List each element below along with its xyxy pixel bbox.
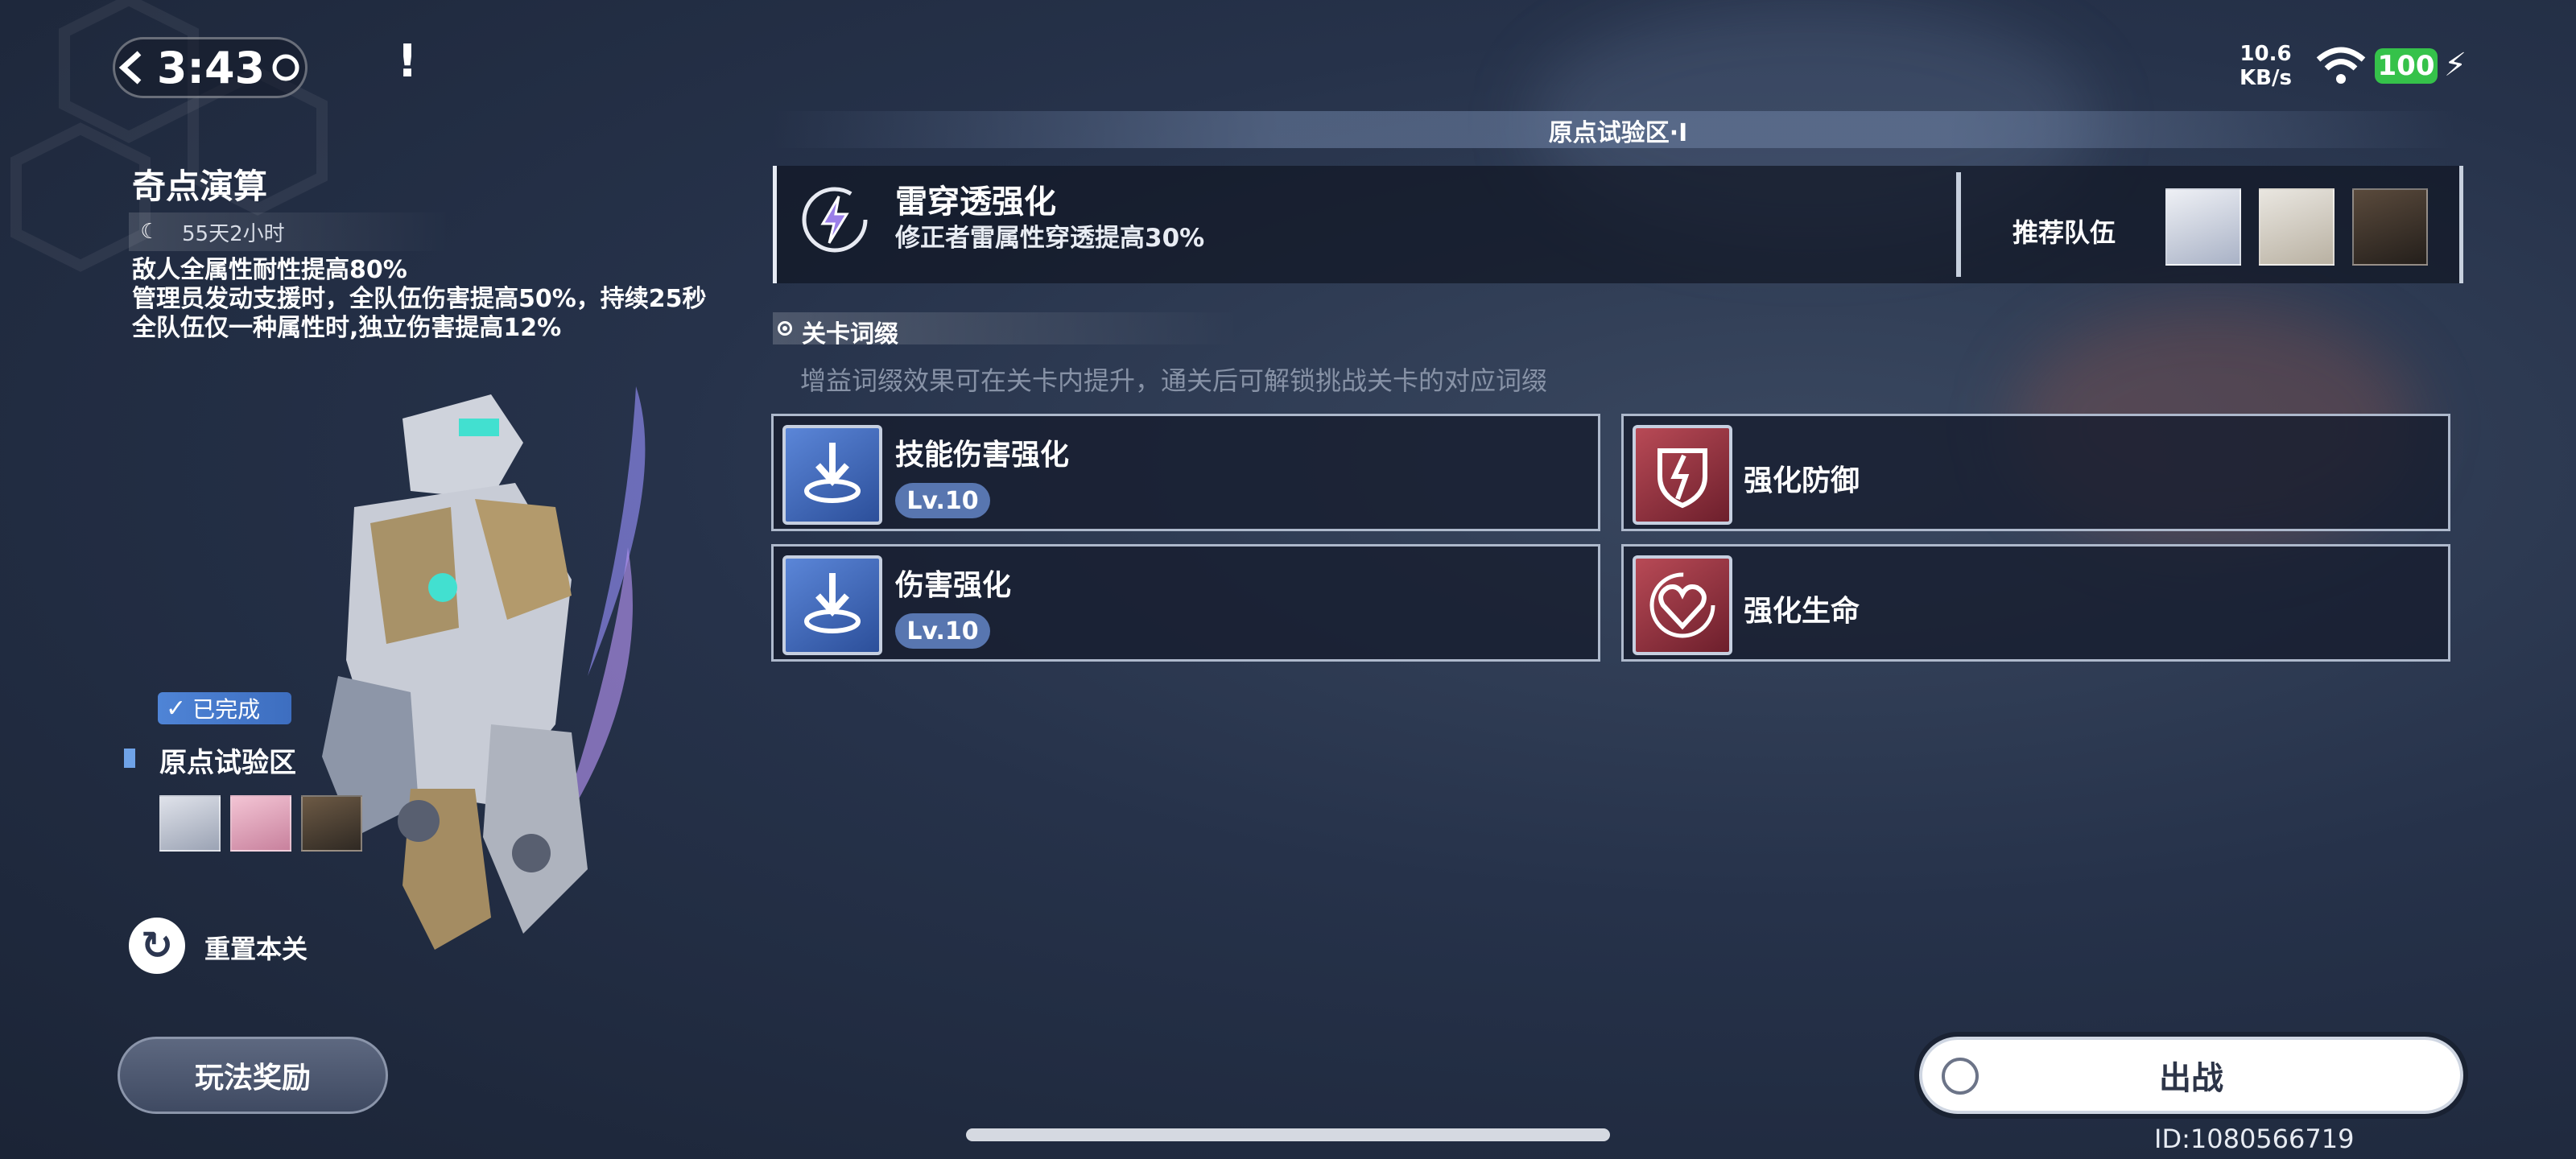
zone-indicator <box>124 749 135 768</box>
stage-title: 原点试验区·Ⅰ <box>1548 119 1688 147</box>
wifi-icon <box>2316 47 2366 84</box>
alert-icon[interactable]: ! <box>385 35 430 92</box>
back-time-button[interactable]: 3:43 <box>113 37 308 98</box>
buff-level: Lv.10 <box>895 483 990 518</box>
affix-label: 关卡词缀 <box>802 320 898 349</box>
buff-name: 技能伤害强化 <box>895 439 1070 472</box>
recommended-portrait[interactable] <box>2165 188 2241 266</box>
stage-effect-description: 修正者雷属性穿透提高30% <box>895 224 1205 253</box>
charging-icon: ⚡ <box>2444 47 2467 84</box>
net-speed-unit: KB/s <box>2240 66 2292 90</box>
home-indicator[interactable] <box>966 1128 1610 1141</box>
shield-break-icon <box>1633 425 1732 525</box>
event-timer: ☾ 55天2小时 <box>129 212 451 251</box>
network-speed: 10.6 KB/s <box>2240 42 2292 90</box>
gameplay-rewards-button[interactable]: 玩法奖励 <box>118 1037 388 1114</box>
boss-mech-illustration <box>322 386 646 950</box>
event-title: 奇点演算 <box>132 167 268 206</box>
battery-indicator: 100 <box>2375 48 2438 84</box>
description-line: 敌人全属性耐性提高80% <box>132 256 407 284</box>
event-description: 敌人全属性耐性提高80% 管理员发动支援时，全队伍伤害提高50%，持续25秒 全… <box>132 256 712 343</box>
completed-label: 已完成 <box>192 696 261 723</box>
timer-text: 55天2小时 <box>182 221 285 246</box>
thunder-penetration-icon <box>802 187 868 253</box>
divider <box>1956 172 1961 277</box>
clock-time: 3:43 <box>156 42 266 93</box>
checkmark-icon: ✓ <box>166 694 187 723</box>
zone-name[interactable]: 原点试验区 <box>159 740 296 780</box>
team-portrait <box>159 795 221 852</box>
buff-name: 强化防御 <box>1744 464 1860 497</box>
description-line: 全队伍仅一种属性时,独立伤害提高12% <box>132 314 562 342</box>
team-portrait <box>230 795 291 852</box>
player-id: ID:1080566719 <box>2154 1124 2355 1154</box>
buff-name: 强化生命 <box>1744 595 1860 628</box>
bullet-icon <box>778 321 792 336</box>
team-portrait <box>301 795 362 852</box>
recommended-portrait[interactable] <box>2352 188 2428 266</box>
back-arrow-icon <box>118 51 142 85</box>
net-speed-value: 10.6 <box>2240 42 2292 66</box>
moon-clock-icon: ☾ <box>140 220 159 244</box>
sortie-button[interactable]: 出战 <box>1919 1037 2463 1114</box>
description-line: 管理员发动支援时，全队伍伤害提高50%，持续25秒 <box>132 285 707 313</box>
buff-level: Lv.10 <box>895 613 990 649</box>
download-arrow-icon <box>782 425 882 525</box>
buff-name: 伤害强化 <box>895 569 1012 602</box>
ring-icon <box>1942 1058 1979 1095</box>
heart-icon <box>1633 555 1732 655</box>
reset-stage-button[interactable]: 重置本关 <box>204 929 308 966</box>
recommended-portrait[interactable] <box>2259 188 2334 266</box>
stage-effect-title: 雷穿透强化 <box>895 184 1056 221</box>
download-arrow-icon <box>782 555 882 655</box>
reset-icon[interactable]: ↻ <box>129 918 185 974</box>
completed-badge: ✓ 已完成 <box>158 692 291 724</box>
affix-note: 增益词缀效果可在关卡内提升，通关后可解锁挑战关卡的对应词缀 <box>800 365 1548 396</box>
recommended-team-label: 推荐队伍 <box>2013 217 2116 248</box>
refresh-ring-icon <box>272 54 299 81</box>
